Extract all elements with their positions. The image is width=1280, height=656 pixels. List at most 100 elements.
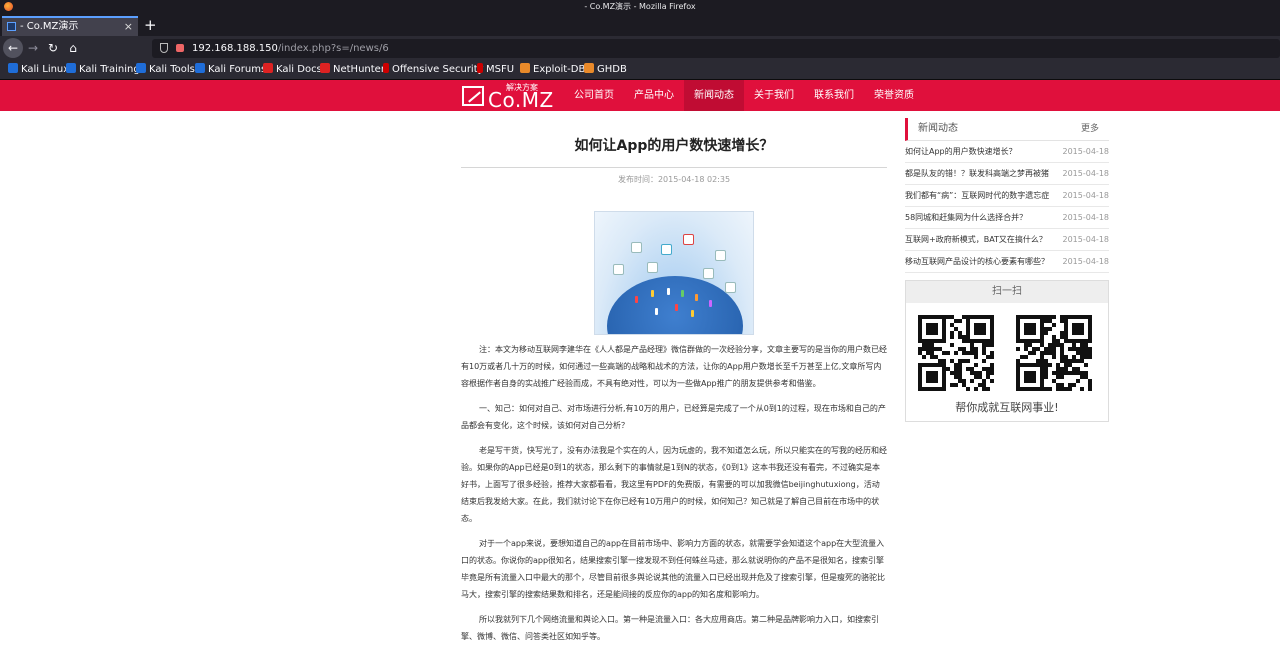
chat-bubble-icon (647, 262, 658, 273)
menu-item-products[interactable]: 产品中心 (624, 80, 684, 111)
qr-module (1024, 355, 1028, 359)
qr-module (1032, 379, 1036, 383)
bookmark-label: Kali Docs (276, 64, 322, 75)
qr-caption: 帮你成就互联网事业! (955, 401, 1059, 414)
qr-module (1088, 387, 1092, 391)
bookmark-offensive-security[interactable]: Offensive Security (383, 63, 484, 77)
qr-module (942, 339, 946, 343)
qr-module (966, 359, 970, 363)
close-tab-icon[interactable]: × (124, 18, 133, 35)
menu-item-home[interactable]: 公司首页 (564, 80, 624, 111)
bookmark-label: Offensive Security (392, 64, 484, 75)
qr-code-left (918, 315, 994, 391)
logo-mark-icon (462, 86, 484, 106)
qr-module (1084, 363, 1088, 367)
bookmark-nethunter[interactable]: NetHunter (320, 63, 385, 77)
bookmark-msfu[interactable]: MSFU (477, 63, 514, 77)
url-bar[interactable]: 192.168.188.150/index.php?s=/news/6 (152, 39, 1280, 58)
reload-button[interactable]: ↻ (43, 38, 63, 58)
person-figure (691, 310, 694, 317)
qr-module (974, 355, 978, 359)
person-figure (675, 304, 678, 311)
news-list-item[interactable]: 我们都有“病”：互联网时代的数字遗忘症 2015-04-18 (905, 185, 1109, 207)
site-header: 解决方案 Co.MZ 公司首页 产品中心 新闻动态 关于我们 联系我们 荣誉资质 (0, 80, 1280, 112)
qr-module (1080, 331, 1084, 335)
news-list-item[interactable]: 如何让App的用户数快速增长？ 2015-04-18 (905, 141, 1109, 163)
news-title[interactable]: 我们都有“病”：互联网时代的数字遗忘症 (905, 185, 1063, 206)
mail-bubble-icon (725, 282, 736, 293)
menu-item-honors[interactable]: 荣誉资质 (864, 80, 924, 111)
forward-button[interactable]: → (23, 38, 43, 58)
bookmark-kali-training[interactable]: Kali Training (66, 63, 140, 77)
article-paragraph: 老是写干货，快写光了，没有办法我是个实在的人，因为玩虚的，我不知道怎么玩，所以只… (461, 446, 887, 523)
news-panel-title: 新闻动态 (918, 123, 958, 134)
qr-module (982, 359, 986, 363)
qr-module (1088, 355, 1092, 359)
people-bubble-icon (715, 250, 726, 261)
shield-icon[interactable] (160, 43, 168, 53)
qr-module (1052, 315, 1056, 319)
more-link[interactable]: 更多 (1081, 118, 1099, 140)
qr-module (946, 351, 950, 355)
bookmark-kali-forums[interactable]: Kali Forums (195, 63, 266, 77)
bookmark-label: NetHunter (333, 64, 385, 75)
tab-label: - Co.MZ演示 (20, 21, 79, 32)
bookmark-kali-docs[interactable]: Kali Docs (263, 63, 322, 77)
docs-icon (263, 63, 273, 73)
divider (461, 167, 887, 168)
person-figure (651, 290, 654, 297)
qr-module (934, 379, 938, 383)
navigation-toolbar: ← → ↻ ⌂ 192.168.188.150/index.php?s=/new… (0, 36, 1280, 60)
menu-item-news[interactable]: 新闻动态 (684, 80, 744, 111)
qr-module (1032, 351, 1036, 355)
qr-module (986, 387, 990, 391)
url-host: 192.168.188.150 (192, 43, 278, 54)
home-button[interactable]: ⌂ (63, 38, 83, 58)
qr-module (922, 355, 926, 359)
tab-active[interactable]: - Co.MZ演示 × (2, 16, 138, 36)
qr-module (950, 343, 954, 347)
bookmark-label: Exploit-DB (533, 64, 586, 75)
bookmark-kali-tools[interactable]: Kali Tools (136, 63, 195, 77)
offsec-icon (383, 63, 389, 73)
person-figure (635, 296, 638, 303)
news-date: 2015-04-18 (1062, 169, 1110, 178)
bookmark-label: Kali Linux (21, 64, 70, 75)
qr-module (934, 331, 938, 335)
news-list-item[interactable]: 移动互联网产品设计的核心要素有哪些？ 2015-04-18 (905, 251, 1109, 273)
news-title[interactable]: 移动互联网产品设计的核心要素有哪些？ (905, 251, 1063, 272)
menu-item-contact[interactable]: 联系我们 (804, 80, 864, 111)
kali-icon (136, 63, 146, 73)
insecure-lock-icon[interactable] (176, 44, 184, 52)
qr-module (1016, 347, 1020, 351)
bookmark-ghdb[interactable]: GHDB (584, 63, 627, 77)
firefox-icon (4, 2, 13, 11)
qr-module (1048, 387, 1052, 391)
qr-code-right (1016, 315, 1092, 391)
kali-icon (8, 63, 18, 73)
bookmark-label: Kali Training (79, 64, 140, 75)
news-title[interactable]: 互联网+政府新模式，BAT又在搞什么？ (905, 229, 1063, 250)
bookmark-kali-linux[interactable]: Kali Linux (8, 63, 69, 77)
menu-item-about[interactable]: 关于我们 (744, 80, 804, 111)
bookmark-label: MSFU (486, 64, 515, 75)
article-date: 发布时间：2015-04-18 02:35 (617, 175, 731, 184)
news-list-item[interactable]: 都是队友的错！？联发科高端之梦再被猪 2015-04-18 (905, 163, 1109, 185)
news-title[interactable]: 都是队友的错！？联发科高端之梦再被猪 (905, 163, 1063, 184)
news-title[interactable]: 58同城和赶集网为什么选择合并？ (905, 207, 1063, 228)
qr-module (1044, 331, 1048, 335)
new-tab-button[interactable]: + (144, 15, 157, 35)
qr-module (942, 387, 946, 391)
qr-module (1052, 323, 1056, 327)
qr-module (1068, 387, 1072, 391)
news-list-item[interactable]: 互联网+政府新模式，BAT又在搞什么？ 2015-04-18 (905, 229, 1109, 251)
news-title[interactable]: 如何让App的用户数快速增长？ (905, 141, 1063, 162)
qr-panel: 扫一扫 帮你成就互联网事业! (905, 280, 1109, 422)
qr-module (990, 379, 994, 383)
search-bubble-icon (703, 268, 714, 279)
news-list-item[interactable]: 58同城和赶集网为什么选择合并？ 2015-04-18 (905, 207, 1109, 229)
bookmark-exploit-db[interactable]: Exploit-DB (520, 63, 585, 77)
main-menu: 公司首页 产品中心 新闻动态 关于我们 联系我们 荣誉资质 (564, 80, 924, 111)
back-button[interactable]: ← (3, 38, 23, 58)
qr-module (958, 319, 962, 323)
